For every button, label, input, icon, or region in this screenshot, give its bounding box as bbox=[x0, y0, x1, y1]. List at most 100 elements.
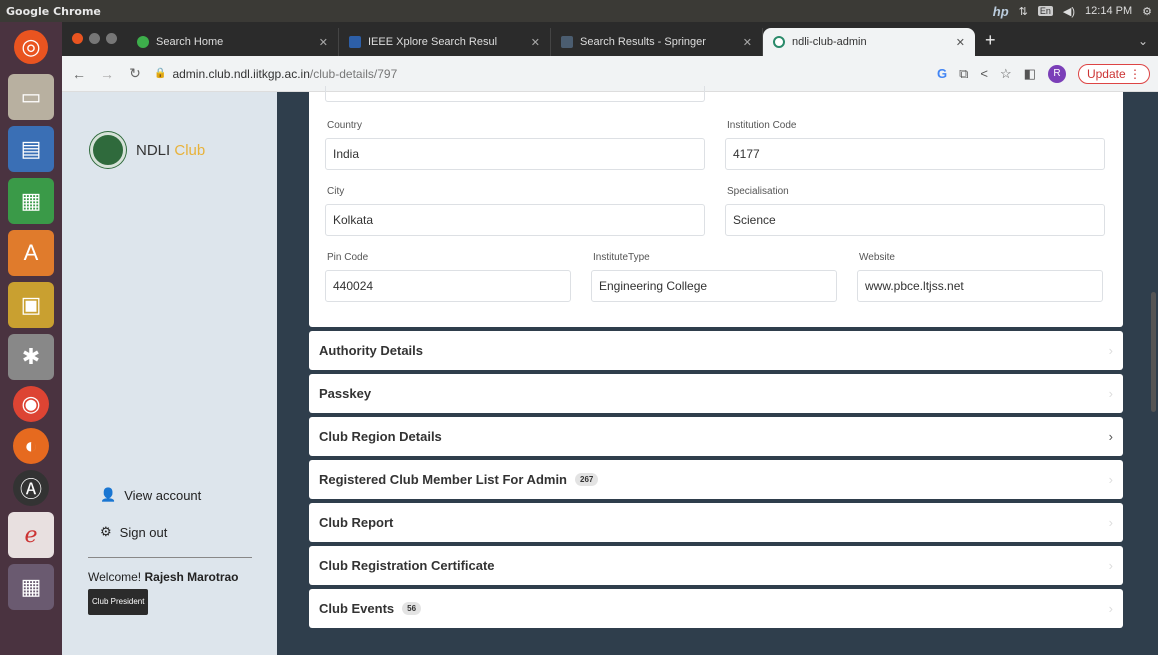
app-sidebar: NDLI Club 👤 View account ⚙ Sign out Welc… bbox=[62, 92, 277, 655]
close-tab-icon[interactable]: ✕ bbox=[956, 36, 965, 49]
tab-search-chevron-down-icon[interactable]: ⌄ bbox=[1128, 34, 1158, 56]
institute-type-label: InstituteType bbox=[593, 252, 650, 263]
city-label: City bbox=[327, 186, 345, 197]
specialisation-field[interactable]: Science bbox=[725, 204, 1105, 236]
chevron-right-icon: › bbox=[1108, 343, 1113, 358]
new-tab-button[interactable]: + bbox=[975, 30, 1006, 56]
brand-text: NDLI Club bbox=[136, 142, 205, 159]
software-updater-icon[interactable]: Ⓐ bbox=[13, 470, 49, 506]
network-icon[interactable]: ⇅ bbox=[1019, 5, 1028, 18]
welcome-block: Welcome! Rajesh Marotrao Club President bbox=[88, 567, 258, 615]
chevron-right-icon: › bbox=[1108, 558, 1113, 573]
page-scrollbar[interactable] bbox=[1148, 92, 1158, 655]
sign-out-label: Sign out bbox=[119, 524, 168, 540]
chrome-icon[interactable]: ◉ bbox=[13, 386, 49, 422]
document-viewer-icon[interactable]: ℯ bbox=[8, 512, 54, 558]
minimize-window-icon[interactable] bbox=[89, 33, 100, 44]
close-tab-icon[interactable]: ✕ bbox=[743, 36, 752, 49]
section-title: Passkey bbox=[319, 386, 372, 401]
institute-type-field[interactable]: Engineering College bbox=[591, 270, 837, 302]
update-button[interactable]: Update ⋮ bbox=[1077, 63, 1150, 84]
tab-springer[interactable]: Search Results - Springer ✕ bbox=[551, 28, 763, 56]
google-translate-icon[interactable]: G bbox=[937, 66, 947, 81]
pin-code-field[interactable]: 440024 bbox=[325, 270, 571, 302]
country-field[interactable]: India bbox=[325, 138, 705, 170]
sign-out-link[interactable]: ⚙ Sign out bbox=[100, 524, 167, 540]
system-settings-icon[interactable]: ✱ bbox=[8, 334, 54, 380]
springer-favicon-icon bbox=[561, 36, 573, 48]
section-club-region-details[interactable]: Club Region Details › bbox=[309, 417, 1123, 456]
sidebar-divider bbox=[88, 557, 252, 558]
scrollbar-thumb[interactable] bbox=[1151, 292, 1156, 412]
gear-icon: ⚙ bbox=[100, 524, 112, 539]
chevron-right-icon: › bbox=[1108, 386, 1113, 401]
section-title: Club Report bbox=[319, 515, 394, 530]
main-content: Country India Institution Code 4177 City… bbox=[277, 86, 1158, 655]
ieee-favicon-icon bbox=[349, 36, 361, 48]
hp-icon: hp bbox=[992, 3, 1009, 19]
brand-main: NDLI bbox=[136, 141, 171, 159]
tab-ieee-xplore[interactable]: IEEE Xplore Search Resul ✕ bbox=[339, 28, 551, 56]
update-label: Update bbox=[1086, 66, 1126, 81]
website-field[interactable]: www.pbce.ltjss.net bbox=[857, 270, 1103, 302]
section-club-report[interactable]: Club Report › bbox=[309, 503, 1123, 542]
tab-search-home[interactable]: Search Home ✕ bbox=[127, 28, 339, 56]
settings-gear-icon[interactable]: ⚙ bbox=[1142, 5, 1152, 18]
ndli-favicon-icon bbox=[773, 36, 785, 48]
close-tab-icon[interactable]: ✕ bbox=[531, 36, 540, 49]
lock-icon[interactable]: 🔒 bbox=[154, 68, 166, 79]
back-arrow-icon[interactable]: ← bbox=[70, 66, 88, 82]
calc-icon[interactable]: ▦ bbox=[8, 178, 54, 224]
bookmark-star-icon[interactable]: ☆ bbox=[1000, 66, 1012, 82]
reload-icon[interactable]: ↻ bbox=[126, 65, 144, 82]
close-tab-icon[interactable]: ✕ bbox=[319, 36, 328, 49]
chevron-right-icon: › bbox=[1108, 429, 1113, 444]
institution-code-field[interactable]: 4177 bbox=[725, 138, 1105, 170]
system-top-bar: Google Chrome hp ⇅ En ◀) 12:14 PM ⚙ bbox=[0, 0, 1158, 22]
impress-icon[interactable]: ▣ bbox=[8, 282, 54, 328]
ndli-emblem-icon bbox=[90, 132, 126, 168]
chevron-right-icon: › bbox=[1108, 601, 1113, 616]
events-count-badge: 56 bbox=[402, 602, 422, 615]
forward-arrow-icon[interactable]: → bbox=[98, 66, 116, 82]
section-club-registration-certificate[interactable]: Club Registration Certificate › bbox=[309, 546, 1123, 585]
section-registered-member-list[interactable]: Registered Club Member List For Admin 26… bbox=[309, 460, 1123, 499]
url-host: admin.club.ndl.iitkgp.ac.in bbox=[172, 66, 310, 81]
welcome-prefix: Welcome! bbox=[88, 570, 142, 584]
profile-avatar[interactable]: R bbox=[1047, 64, 1066, 83]
keyboard-layout-indicator[interactable]: En bbox=[1037, 6, 1053, 16]
firefox-icon[interactable]: ◐ bbox=[13, 428, 49, 464]
tab-label: Search Home bbox=[156, 36, 224, 48]
view-account-link[interactable]: 👤 View account bbox=[100, 487, 201, 503]
section-club-events[interactable]: Club Events 56 › bbox=[309, 589, 1123, 628]
ndli-club-logo[interactable]: NDLI Club bbox=[90, 132, 205, 168]
install-app-icon[interactable]: ⧉ bbox=[959, 66, 968, 82]
ubuntu-dash-icon[interactable]: ◎ bbox=[14, 30, 48, 64]
writer-icon[interactable]: ▤ bbox=[8, 126, 54, 172]
website-label: Website bbox=[859, 252, 895, 263]
view-account-label: View account bbox=[124, 487, 202, 503]
city-field[interactable]: Kolkata bbox=[325, 204, 705, 236]
side-panel-icon[interactable]: ◧ bbox=[1024, 66, 1036, 82]
window-title: Google Chrome bbox=[6, 4, 101, 18]
share-icon[interactable]: < bbox=[980, 66, 988, 81]
role-badge: Club President bbox=[88, 589, 149, 615]
software-center-icon[interactable]: A bbox=[8, 230, 54, 276]
section-authority-details[interactable]: Authority Details › bbox=[309, 331, 1123, 370]
workspace-icon[interactable]: ▦ bbox=[8, 564, 54, 610]
section-title: Club Registration Certificate bbox=[319, 558, 495, 573]
section-title: Authority Details bbox=[319, 343, 424, 358]
clock[interactable]: 12:14 PM bbox=[1085, 5, 1132, 17]
maximize-window-icon[interactable] bbox=[106, 33, 117, 44]
address-bar[interactable]: 🔒 admin.club.ndl.iitkgp.ac.in/club-detai… bbox=[154, 67, 927, 81]
files-icon[interactable]: ▭ bbox=[8, 74, 54, 120]
section-title: Club Events bbox=[319, 601, 395, 616]
tab-ndli-club-admin[interactable]: ndli-club-admin ✕ bbox=[763, 28, 975, 56]
ubuntu-launcher: ◎ ▭ ▤ ▦ A ▣ ✱ ◉ ◐ Ⓐ ℯ ▦ bbox=[0, 22, 62, 655]
search-home-favicon-icon bbox=[137, 36, 149, 48]
volume-icon[interactable]: ◀) bbox=[1063, 5, 1075, 18]
close-window-icon[interactable] bbox=[72, 33, 83, 44]
member-count-badge: 267 bbox=[575, 473, 599, 486]
chevron-right-icon: › bbox=[1108, 515, 1113, 530]
section-passkey[interactable]: Passkey › bbox=[309, 374, 1123, 413]
